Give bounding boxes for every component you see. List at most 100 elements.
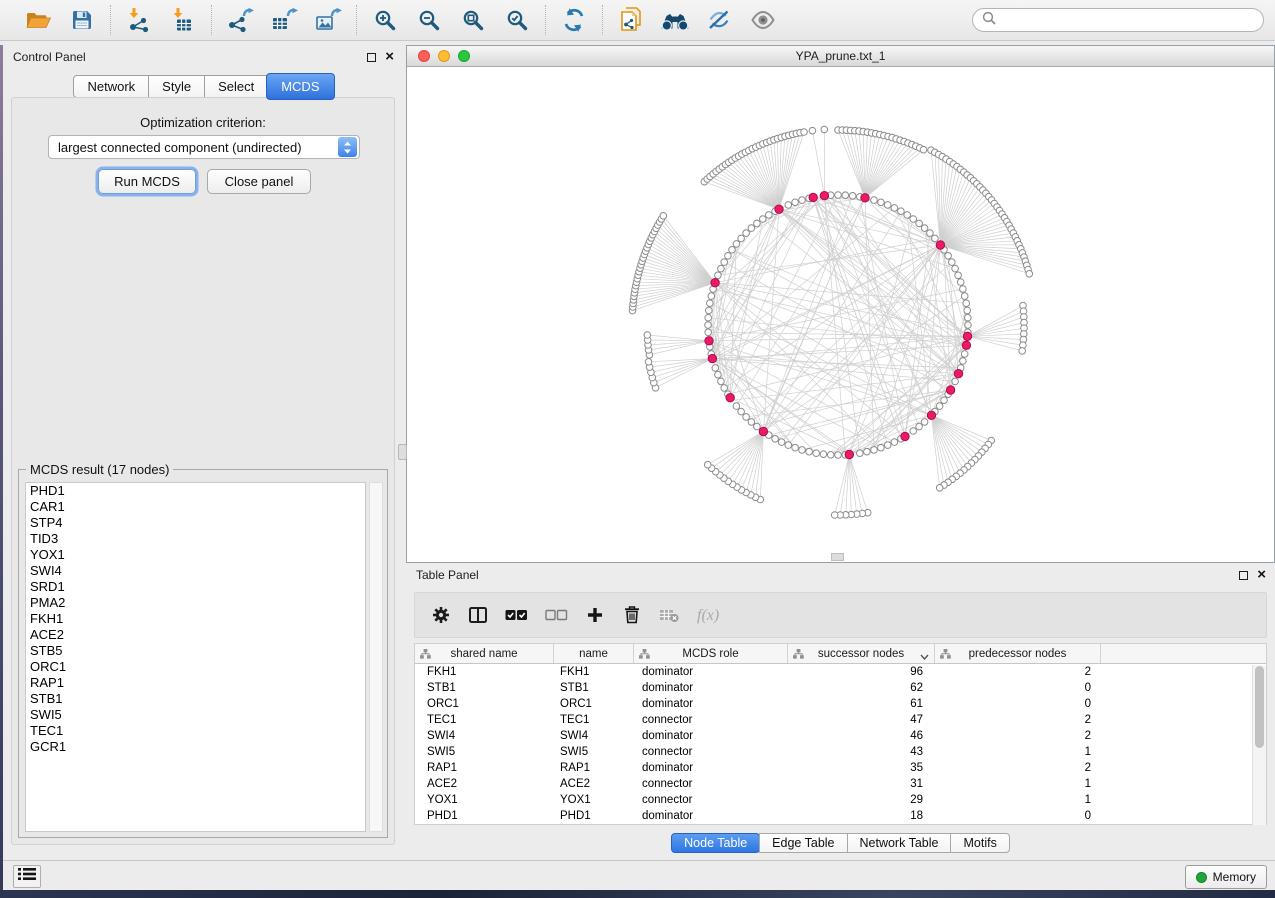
search-field[interactable]	[972, 8, 1264, 32]
refresh-icon[interactable]	[559, 4, 589, 36]
mcds-result-item[interactable]: SWI4	[26, 563, 365, 579]
table-cell[interactable]: ORC1	[415, 698, 554, 710]
table-row[interactable]: TEC1TEC1connector472	[415, 712, 1266, 728]
table-cell[interactable]: 18	[788, 810, 935, 822]
mcds-result-item[interactable]: PHD1	[26, 483, 365, 499]
table-row[interactable]: YOX1YOX1connector291	[415, 792, 1266, 808]
show-panels-list-button[interactable]	[13, 865, 41, 888]
table-cell[interactable]: STB1	[415, 682, 554, 694]
table-cell[interactable]: dominator	[634, 698, 788, 710]
import-table-icon[interactable]	[168, 4, 198, 36]
mcds-result-item[interactable]: STB5	[26, 643, 365, 659]
mcds-result-item[interactable]: SWI5	[26, 707, 365, 723]
table-cell[interactable]: SWI4	[415, 730, 554, 742]
zoom-fit-icon[interactable]	[458, 4, 488, 36]
network-canvas[interactable]	[407, 67, 1274, 562]
table-cell[interactable]: 1	[935, 746, 1101, 758]
table-cell[interactable]: 2	[935, 730, 1101, 742]
table-cell[interactable]: YOX1	[554, 794, 634, 806]
sort-desc-icon[interactable]	[920, 651, 929, 663]
network-window-titlebar[interactable]: YPA_prune.txt_1	[407, 46, 1274, 67]
table-cell[interactable]: 96	[788, 666, 935, 678]
save-session-icon[interactable]	[67, 4, 97, 36]
export-table-icon[interactable]	[269, 4, 299, 36]
tab-network[interactable]: Network	[73, 75, 149, 98]
zoom-selected-icon[interactable]	[502, 4, 532, 36]
table-cell[interactable]: ACE2	[554, 778, 634, 790]
column-header-successor-nodes[interactable]: successor nodes	[788, 644, 935, 663]
table-cell[interactable]: TEC1	[554, 714, 634, 726]
table-row[interactable]: RAP1RAP1dominator352	[415, 760, 1266, 776]
mcds-result-item[interactable]: ORC1	[26, 659, 365, 675]
tab-motifs[interactable]: Motifs	[950, 833, 1009, 853]
table-cell[interactable]: 35	[788, 762, 935, 774]
table-row[interactable]: FKH1FKH1dominator962	[415, 664, 1266, 680]
table-cell[interactable]: dominator	[634, 666, 788, 678]
column-header-name[interactable]: name	[554, 644, 634, 663]
mcds-result-item[interactable]: STB1	[26, 691, 365, 707]
zoom-in-icon[interactable]	[370, 4, 400, 36]
table-cell[interactable]: connector	[634, 794, 788, 806]
table-cell[interactable]: connector	[634, 746, 788, 758]
table-cell[interactable]: 0	[935, 682, 1101, 694]
table-cell[interactable]: FKH1	[554, 666, 634, 678]
mcds-result-item[interactable]: PMA2	[26, 595, 365, 611]
mcds-result-item[interactable]: GCR1	[26, 739, 365, 755]
float-table-panel-icon[interactable]	[1239, 571, 1248, 580]
mcds-result-item[interactable]: CAR1	[26, 499, 365, 515]
search-network-icon[interactable]	[660, 4, 690, 36]
table-cell[interactable]: ORC1	[554, 698, 634, 710]
table-cell[interactable]: 2	[935, 714, 1101, 726]
network-graph[interactable]	[407, 67, 1274, 562]
table-scrollbar[interactable]	[1252, 665, 1266, 825]
import-network-icon[interactable]	[124, 4, 154, 36]
tab-select[interactable]: Select	[204, 75, 268, 98]
mcds-list-scrollbar[interactable]	[369, 482, 383, 832]
table-cell[interactable]: connector	[634, 714, 788, 726]
table-cell[interactable]: TEC1	[415, 714, 554, 726]
close-table-panel-icon[interactable]: ×	[1257, 570, 1266, 580]
table-cell[interactable]: 62	[788, 682, 935, 694]
table-cell[interactable]: dominator	[634, 730, 788, 742]
table-cell[interactable]: connector	[634, 778, 788, 790]
zoom-out-icon[interactable]	[414, 4, 444, 36]
table-row[interactable]: STB1STB1dominator620	[415, 680, 1266, 696]
mcds-result-item[interactable]: TID3	[26, 531, 365, 547]
new-network-from-selection-icon[interactable]	[616, 4, 646, 36]
show-graphics-details-icon[interactable]	[748, 4, 778, 36]
memory-button[interactable]: Memory	[1185, 865, 1267, 889]
table-cell[interactable]: 29	[788, 794, 935, 806]
table-row[interactable]: SWI5SWI5connector431	[415, 744, 1266, 760]
minimize-window-button[interactable]	[438, 50, 450, 62]
table-cell[interactable]: PHD1	[415, 810, 554, 822]
mcds-result-item[interactable]: STP4	[26, 515, 365, 531]
table-cell[interactable]: 0	[935, 810, 1101, 822]
maximize-window-button[interactable]	[458, 50, 470, 62]
table-cell[interactable]: SWI4	[554, 730, 634, 742]
table-cell[interactable]: dominator	[634, 682, 788, 694]
column-header-shared-name[interactable]: shared name	[415, 644, 554, 663]
mcds-result-item[interactable]: FKH1	[26, 611, 365, 627]
table-cell[interactable]: dominator	[634, 762, 788, 774]
float-panel-icon[interactable]	[367, 53, 376, 62]
table-cell[interactable]: 43	[788, 746, 935, 758]
table-cell[interactable]: 0	[935, 698, 1101, 710]
table-row[interactable]: SWI4SWI4dominator462	[415, 728, 1266, 744]
mcds-result-item[interactable]: RAP1	[26, 675, 365, 691]
export-network-icon[interactable]	[225, 4, 255, 36]
mcds-result-item[interactable]: YOX1	[26, 547, 365, 563]
tab-node-table[interactable]: Node Table	[671, 833, 760, 853]
table-cell[interactable]: 61	[788, 698, 935, 710]
add-column-icon[interactable]	[585, 604, 605, 626]
mcds-result-item[interactable]: TEC1	[26, 723, 365, 739]
optimization-criterion-select[interactable]: largest connected component (undirected)	[48, 135, 360, 159]
table-cell[interactable]: ACE2	[415, 778, 554, 790]
table-cell[interactable]: STB1	[554, 682, 634, 694]
table-cell[interactable]: SWI5	[554, 746, 634, 758]
deselect-all-icon[interactable]	[545, 604, 568, 626]
table-cell[interactable]: RAP1	[415, 762, 554, 774]
table-cell[interactable]: 2	[935, 666, 1101, 678]
table-cell[interactable]: PHD1	[554, 810, 634, 822]
tab-mcds[interactable]: MCDS	[266, 73, 334, 100]
column-header-predecessor-nodes[interactable]: predecessor nodes	[935, 644, 1101, 663]
